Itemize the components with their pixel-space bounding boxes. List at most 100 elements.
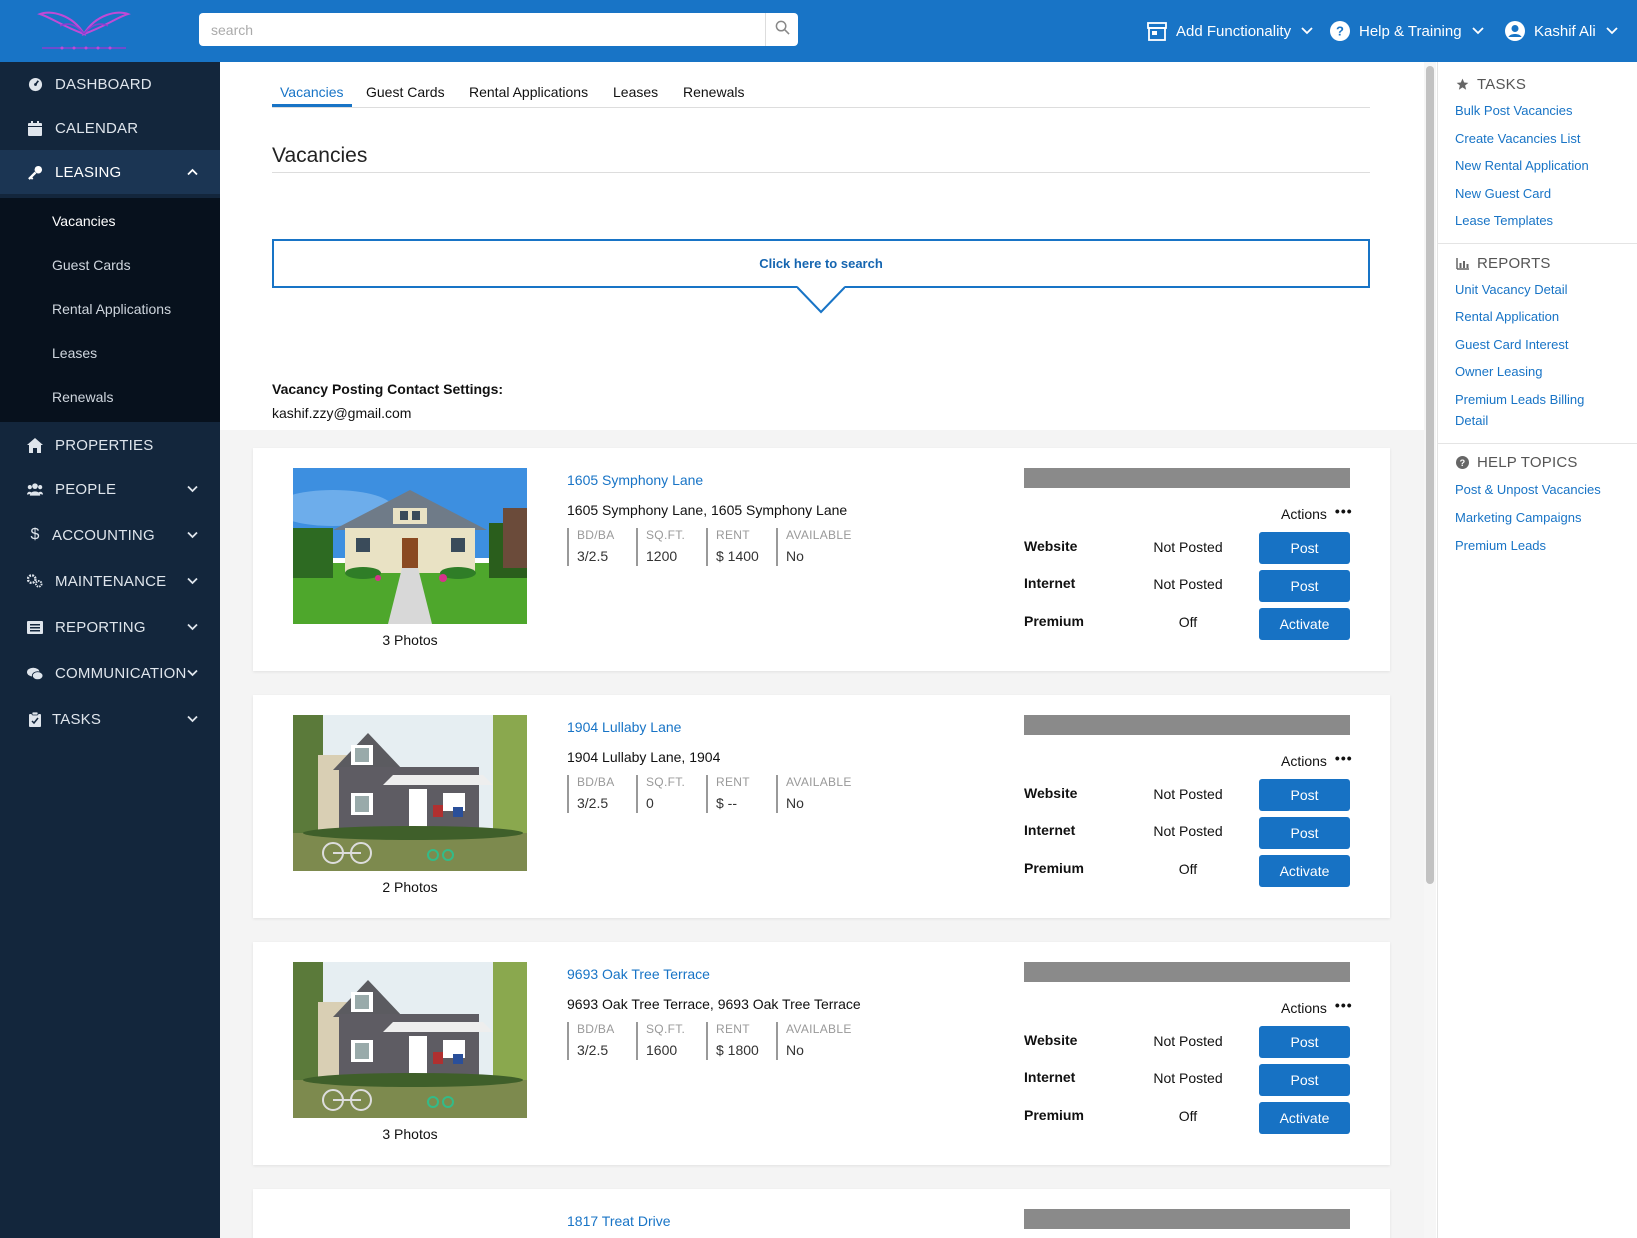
tab-guest-cards[interactable]: Guest Cards	[366, 84, 445, 100]
website-label: Website	[1024, 785, 1078, 801]
sidebar-subitem-vacancies[interactable]: Vacancies	[52, 213, 116, 229]
sidebar-subitem-leases[interactable]: Leases	[52, 345, 97, 361]
post-internet-button[interactable]: Post	[1259, 817, 1350, 849]
stat-value: 1600	[646, 1042, 678, 1058]
task-link-bulk-post[interactable]: Bulk Post Vacancies	[1455, 100, 1630, 121]
stat-label: BD/BA	[577, 775, 615, 789]
more-icon: •••	[1334, 997, 1353, 1013]
website-status: Not Posted	[1153, 1033, 1223, 1049]
activate-premium-button[interactable]: Activate	[1259, 608, 1350, 640]
search-input[interactable]	[199, 13, 765, 46]
sidebar-item-dashboard[interactable]: DASHBOARD	[0, 62, 220, 106]
sidebar-label-tasks: TASKS	[52, 710, 102, 728]
property-photo[interactable]	[293, 962, 527, 1118]
sidebar-item-leasing[interactable]: LEASING	[0, 150, 220, 194]
help-link-marketing-campaigns[interactable]: Marketing Campaigns	[1455, 507, 1630, 528]
status-bar	[1024, 962, 1350, 982]
activate-premium-button[interactable]: Activate	[1259, 855, 1350, 887]
user-menu[interactable]: Kashif Ali	[1505, 0, 1618, 62]
task-link-create-vacancies-list[interactable]: Create Vacancies List	[1455, 128, 1630, 149]
user-name: Kashif Ali	[1534, 22, 1596, 40]
post-website-button[interactable]: Post	[1259, 532, 1350, 564]
help-training-menu[interactable]: ? Help & Training	[1330, 0, 1484, 62]
sidebar-label-dashboard: DASHBOARD	[55, 75, 152, 93]
actions-label: Actions	[1281, 1000, 1327, 1016]
help-link-post-unpost[interactable]: Post & Unpost Vacancies	[1455, 479, 1630, 500]
post-website-button[interactable]: Post	[1259, 779, 1350, 811]
tab-rental-applications[interactable]: Rental Applications	[469, 84, 588, 100]
stat-label: SQ.FT.	[646, 528, 686, 542]
clipboard-icon	[27, 711, 43, 727]
post-internet-button[interactable]: Post	[1259, 570, 1350, 602]
photo-count[interactable]: 3 Photos	[293, 1126, 527, 1142]
photo-count[interactable]: 2 Photos	[293, 879, 527, 895]
sidebar-item-maintenance[interactable]: MAINTENANCE	[0, 559, 220, 603]
stat-value: No	[786, 795, 804, 811]
stat-rent: RENT $ 1400	[706, 528, 759, 566]
calendar-icon	[27, 120, 43, 136]
sidebar-label-calendar: CALENDAR	[55, 119, 139, 137]
status-bar	[1024, 1209, 1350, 1229]
premium-label: Premium	[1024, 860, 1084, 876]
sidebar-label-communication: COMMUNICATION	[55, 664, 187, 682]
property-photo[interactable]	[293, 715, 527, 871]
post-internet-button[interactable]: Post	[1259, 1064, 1350, 1096]
chevron-down-icon	[187, 715, 198, 723]
search-button[interactable]	[765, 13, 798, 46]
internet-label: Internet	[1024, 822, 1076, 838]
task-link-new-guest-card[interactable]: New Guest Card	[1455, 183, 1630, 204]
divider	[1438, 243, 1637, 244]
help-link-premium-leads[interactable]: Premium Leads	[1455, 535, 1630, 556]
sidebar-item-communication[interactable]: COMMUNICATION	[0, 651, 220, 695]
premium-status: Off	[1178, 1108, 1198, 1124]
actions-menu[interactable]: Actions •••	[1281, 750, 1353, 769]
sidebar-item-people[interactable]: PEOPLE	[0, 467, 220, 511]
tab-vacancies[interactable]: Vacancies	[280, 84, 344, 100]
sidebar-item-properties[interactable]: PROPERTIES	[0, 423, 220, 467]
divider	[272, 172, 1370, 173]
sidebar-item-calendar[interactable]: CALENDAR	[0, 106, 220, 150]
sidebar-subitem-guest-cards[interactable]: Guest Cards	[52, 257, 131, 273]
chevron-up-icon	[187, 168, 198, 176]
property-photo[interactable]	[293, 468, 527, 624]
tab-renewals[interactable]: Renewals	[683, 84, 744, 100]
svg-text:?: ?	[1459, 458, 1465, 468]
property-link[interactable]: 1904 Lullaby Lane	[567, 719, 681, 735]
report-link-premium-leads-billing[interactable]: Premium Leads Billing Detail	[1455, 389, 1605, 431]
stat-available: AVAILABLE No	[776, 1022, 852, 1060]
property-link[interactable]: 9693 Oak Tree Terrace	[567, 966, 710, 982]
actions-menu[interactable]: Actions •••	[1281, 997, 1353, 1016]
stat-value: 1200	[646, 548, 678, 564]
sidebar-item-accounting[interactable]: $ ACCOUNTING	[0, 513, 220, 557]
stat-available: AVAILABLE No	[776, 775, 852, 813]
activate-premium-button[interactable]: Activate	[1259, 1102, 1350, 1134]
sidebar-subitem-rental-applications[interactable]: Rental Applications	[52, 301, 171, 317]
tab-leases[interactable]: Leases	[613, 84, 658, 100]
task-link-new-rental-application[interactable]: New Rental Application	[1455, 155, 1630, 176]
post-website-button[interactable]: Post	[1259, 1026, 1350, 1058]
stat-label: RENT	[716, 528, 750, 542]
scrollbar-thumb[interactable]	[1426, 66, 1434, 884]
property-link[interactable]: 1817 Treat Drive	[567, 1213, 671, 1229]
add-functionality-menu[interactable]: Add Functionality	[1147, 0, 1313, 62]
sidebar-subitem-renewals[interactable]: Renewals	[52, 389, 113, 405]
contact-email[interactable]: kashif.zzy@gmail.com	[272, 405, 411, 421]
sidebar-label-leasing: LEASING	[55, 163, 122, 181]
report-link-rental-application[interactable]: Rental Application	[1455, 306, 1630, 327]
report-link-unit-vacancy-detail[interactable]: Unit Vacancy Detail	[1455, 279, 1630, 300]
internet-status: Not Posted	[1153, 823, 1223, 839]
report-link-guest-card-interest[interactable]: Guest Card Interest	[1455, 334, 1630, 355]
sidebar-item-reporting[interactable]: REPORTING	[0, 605, 220, 649]
logo[interactable]	[32, 4, 136, 56]
photo-count[interactable]: 3 Photos	[293, 632, 527, 648]
actions-menu[interactable]: Actions •••	[1281, 503, 1353, 522]
stat-value: No	[786, 548, 804, 564]
help-circle-icon: ?	[1455, 456, 1469, 470]
property-address: 1605 Symphony Lane, 1605 Symphony Lane	[567, 502, 848, 518]
website-label: Website	[1024, 1032, 1078, 1048]
report-link-owner-leasing[interactable]: Owner Leasing	[1455, 361, 1630, 382]
property-link[interactable]: 1605 Symphony Lane	[567, 472, 703, 488]
click-to-search-box[interactable]: Click here to search	[272, 239, 1370, 288]
sidebar-item-tasks[interactable]: TASKS	[0, 697, 220, 741]
task-link-lease-templates[interactable]: Lease Templates	[1455, 210, 1630, 231]
